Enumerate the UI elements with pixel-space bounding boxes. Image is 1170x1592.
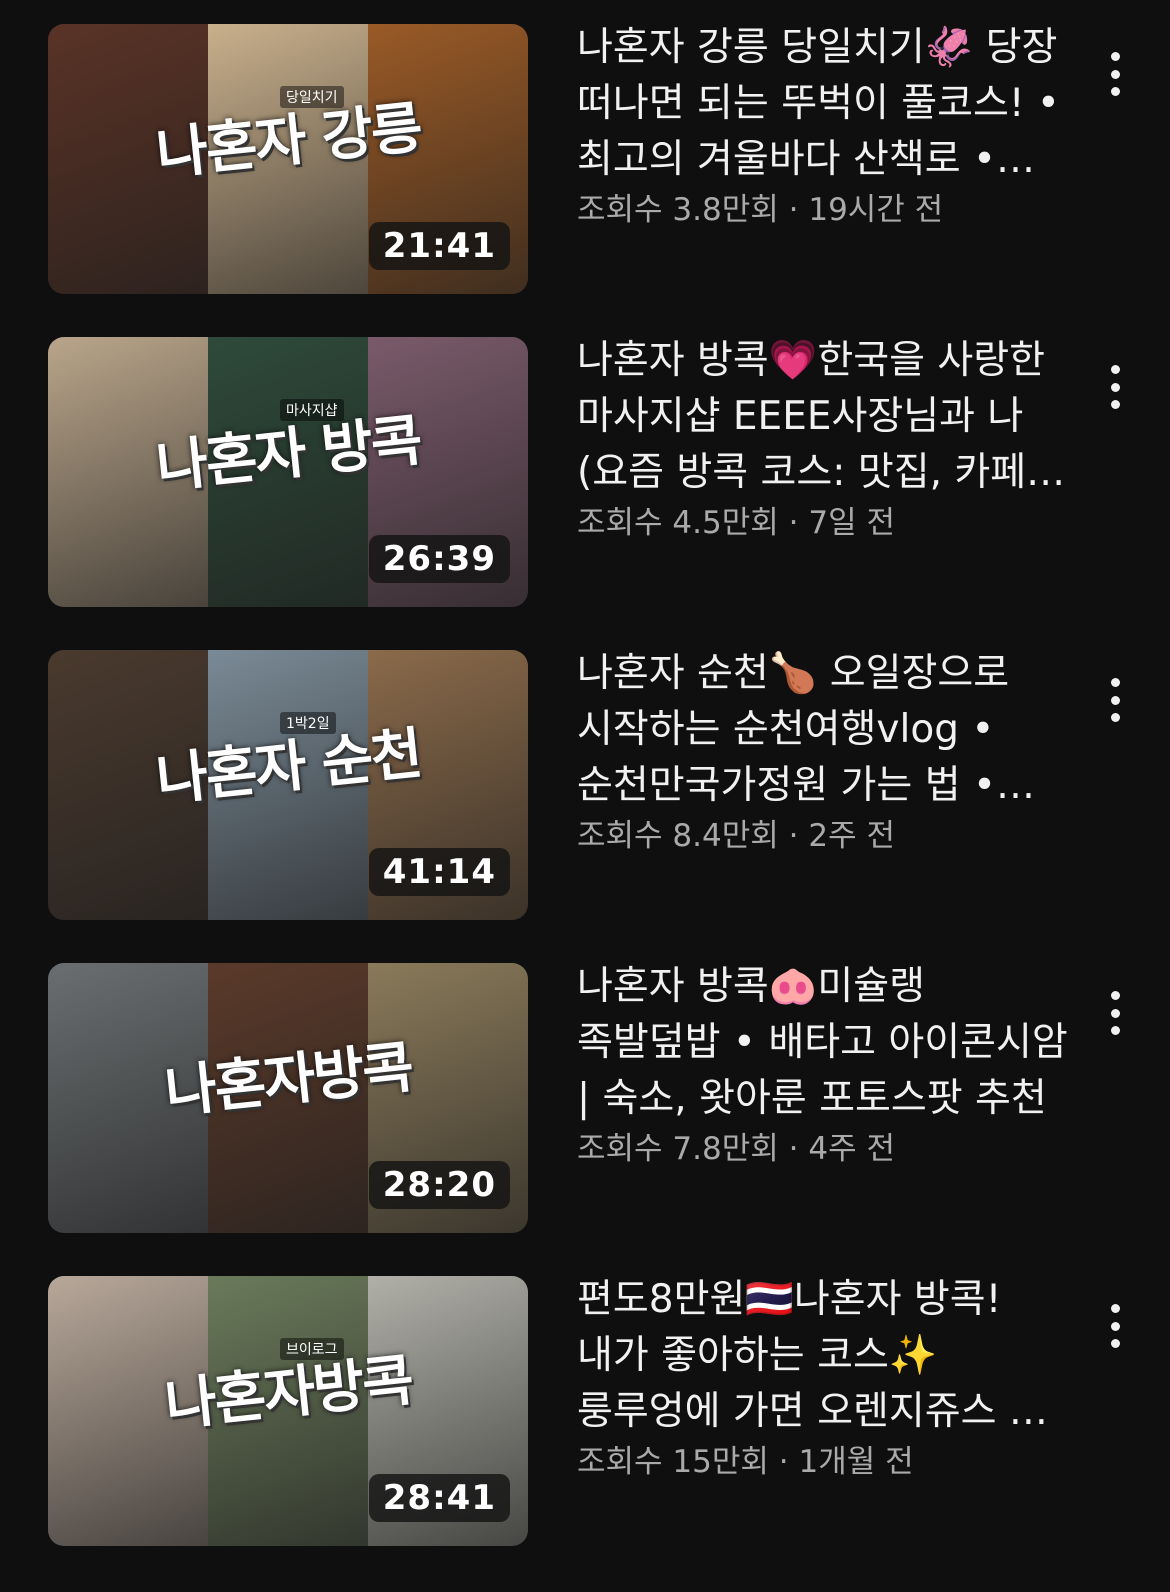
more-options-icon[interactable] [1102, 1304, 1128, 1348]
meta-separator: · [788, 1131, 809, 1167]
thumbnail-overlay-subtext: 마사지샵 [280, 399, 344, 421]
upload-age: 19시간 전 [808, 192, 944, 228]
video-metadata: 조회수 3.8만회 · 19시간 전 [577, 190, 1077, 230]
view-count: 조회수 3.8만회 [577, 192, 779, 228]
video-item[interactable]: 나혼자 강릉 당일치기 21:41 나혼자 강릉 당일치기🦑 당장 떠나면 되는… [0, 24, 1170, 294]
duration-badge: 21:41 [368, 222, 510, 270]
more-options-icon[interactable] [1102, 991, 1128, 1035]
video-info[interactable]: 편도8만원🇹🇭나혼자 방콕! 내가 좋아하는 코스✨룽루엉에 가면 오렌지쥬스 … [577, 1276, 1077, 1482]
video-title[interactable]: 나혼자 순천🍗 오일장으로 시작하는 순천여행vlog • 순천만국가정원 가는… [577, 646, 1077, 814]
video-info[interactable]: 나혼자 강릉 당일치기🦑 당장 떠나면 되는 뚜벅이 풀코스! • 최고의 겨울… [577, 24, 1077, 230]
menu-dot [1110, 1339, 1120, 1348]
upload-age: 1개월 전 [798, 1444, 914, 1480]
view-count: 조회수 15만회 [577, 1444, 769, 1480]
duration-badge: 26:39 [368, 535, 510, 583]
upload-age: 2주 전 [808, 818, 895, 854]
video-list: 나혼자 강릉 당일치기 21:41 나혼자 강릉 당일치기🦑 당장 떠나면 되는… [0, 0, 1170, 1592]
thumbnail-overlay-subtext: 브이로그 [280, 1338, 344, 1360]
menu-dot [1110, 991, 1120, 1000]
video-item[interactable]: 나혼자방콕 28:20 나혼자 방콕🐽미슐랭 족발덮밥 • 배타고 아이콘시암 … [0, 963, 1170, 1233]
menu-dot [1110, 69, 1120, 79]
thumbnail-overlay-subtext: 당일치기 [280, 86, 344, 108]
menu-dot [1110, 382, 1120, 392]
meta-separator: · [788, 818, 809, 854]
video-thumbnail[interactable]: 나혼자방콕 브이로그 28:41 [48, 1276, 528, 1546]
duration-badge: 28:20 [368, 1161, 510, 1209]
upload-age: 7일 전 [808, 505, 895, 541]
meta-separator: · [778, 1444, 799, 1480]
duration-badge: 28:41 [368, 1474, 510, 1522]
video-title[interactable]: 나혼자 방콕💗한국을 사랑한 마사지샵 EEEE사장님과 나 (요즘 방콕 코스… [577, 333, 1077, 501]
view-count: 조회수 8.4만회 [577, 818, 779, 854]
video-thumbnail[interactable]: 나혼자 순천 1박2일 41:14 [48, 650, 528, 920]
video-item[interactable]: 나혼자 순천 1박2일 41:14 나혼자 순천🍗 오일장으로 시작하는 순천여… [0, 650, 1170, 920]
meta-separator: · [788, 505, 809, 541]
video-item[interactable]: 나혼자방콕 브이로그 28:41 편도8만원🇹🇭나혼자 방콕! 내가 좋아하는 … [0, 1276, 1170, 1546]
menu-dot [1110, 678, 1120, 687]
video-metadata: 조회수 15만회 · 1개월 전 [577, 1442, 1077, 1482]
menu-dot [1110, 52, 1120, 61]
video-thumbnail[interactable]: 나혼자 방콕 마사지샵 26:39 [48, 337, 528, 607]
menu-dot [1110, 1321, 1120, 1331]
duration-badge: 41:14 [368, 848, 510, 896]
more-options-icon[interactable] [1102, 52, 1128, 96]
view-count: 조회수 4.5만회 [577, 505, 779, 541]
menu-dot [1110, 87, 1120, 96]
video-thumbnail[interactable]: 나혼자 강릉 당일치기 21:41 [48, 24, 528, 294]
meta-separator: · [788, 192, 809, 228]
menu-dot [1110, 695, 1120, 705]
video-title[interactable]: 나혼자 방콕🐽미슐랭 족발덮밥 • 배타고 아이콘시암 | 숙소, 왓아룬 포토… [577, 959, 1077, 1127]
video-info[interactable]: 나혼자 방콕🐽미슐랭 족발덮밥 • 배타고 아이콘시암 | 숙소, 왓아룬 포토… [577, 963, 1077, 1169]
video-metadata: 조회수 8.4만회 · 2주 전 [577, 816, 1077, 856]
video-item[interactable]: 나혼자 방콕 마사지샵 26:39 나혼자 방콕💗한국을 사랑한 마사지샵 EE… [0, 337, 1170, 607]
menu-dot [1110, 1304, 1120, 1313]
menu-dot [1110, 1008, 1120, 1018]
menu-dot [1110, 1026, 1120, 1035]
video-title[interactable]: 편도8만원🇹🇭나혼자 방콕! 내가 좋아하는 코스✨룽루엉에 가면 오렌지쥬스 … [577, 1272, 1077, 1440]
video-info[interactable]: 나혼자 순천🍗 오일장으로 시작하는 순천여행vlog • 순천만국가정원 가는… [577, 650, 1077, 856]
upload-age: 4주 전 [808, 1131, 895, 1167]
video-metadata: 조회수 4.5만회 · 7일 전 [577, 503, 1077, 543]
menu-dot [1110, 400, 1120, 409]
menu-dot [1110, 713, 1120, 722]
thumbnail-overlay-subtext: 1박2일 [280, 712, 336, 734]
video-thumbnail[interactable]: 나혼자방콕 28:20 [48, 963, 528, 1233]
view-count: 조회수 7.8만회 [577, 1131, 779, 1167]
menu-dot [1110, 365, 1120, 374]
more-options-icon[interactable] [1102, 678, 1128, 722]
more-options-icon[interactable] [1102, 365, 1128, 409]
video-metadata: 조회수 7.8만회 · 4주 전 [577, 1129, 1077, 1169]
video-info[interactable]: 나혼자 방콕💗한국을 사랑한 마사지샵 EEEE사장님과 나 (요즘 방콕 코스… [577, 337, 1077, 543]
video-title[interactable]: 나혼자 강릉 당일치기🦑 당장 떠나면 되는 뚜벅이 풀코스! • 최고의 겨울… [577, 20, 1077, 188]
